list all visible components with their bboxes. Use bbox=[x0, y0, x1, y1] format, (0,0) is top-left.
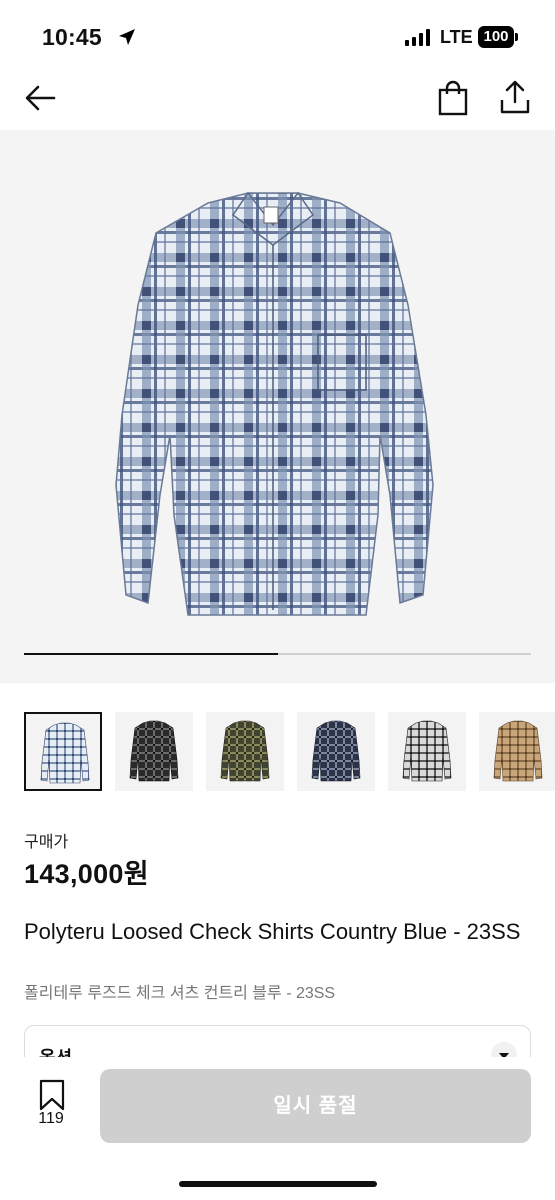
battery-level: 100 bbox=[478, 26, 514, 48]
price-label: 구매가 bbox=[24, 834, 69, 851]
bookmark-button[interactable]: 119 bbox=[34, 1079, 68, 1127]
battery-icon: 100 bbox=[478, 26, 518, 48]
bookmark-icon bbox=[39, 1079, 65, 1111]
arrow-left-icon[interactable] bbox=[22, 82, 58, 114]
gallery-progress bbox=[24, 653, 531, 655]
thumbnail-image bbox=[129, 720, 179, 782]
product-image-gallery[interactable] bbox=[0, 130, 555, 683]
status-time: 10:45 bbox=[42, 24, 102, 50]
wish-count: 119 bbox=[38, 1110, 64, 1127]
network-type: LTE bbox=[440, 27, 473, 47]
bottom-action-bar: 119 일시 품절 bbox=[0, 1057, 555, 1200]
thumbnail-strip bbox=[24, 712, 555, 792]
cellular-signal-icon bbox=[405, 29, 430, 46]
top-nav bbox=[0, 70, 555, 130]
thumbnail-3[interactable] bbox=[206, 712, 284, 791]
thumbnail-image bbox=[402, 720, 452, 782]
thumbnail-image bbox=[493, 720, 543, 782]
thumbnail-2[interactable] bbox=[115, 712, 193, 791]
product-title-en: Polyteru Loosed Check Shirts Country Blu… bbox=[24, 919, 521, 944]
location-arrow-icon bbox=[119, 29, 135, 45]
thumbnail-1[interactable] bbox=[24, 712, 102, 791]
shopping-bag-icon[interactable] bbox=[436, 80, 470, 116]
thumbnail-image bbox=[40, 722, 90, 784]
product-image bbox=[115, 191, 434, 616]
sold-out-button[interactable]: 일시 품절 bbox=[100, 1069, 531, 1143]
thumbnail-4[interactable] bbox=[297, 712, 375, 791]
thumbnail-6[interactable] bbox=[479, 712, 555, 791]
thumbnail-image bbox=[220, 720, 270, 782]
product-price: 143,000원 bbox=[24, 859, 149, 889]
home-indicator bbox=[179, 1181, 377, 1187]
status-bar: 10:45 LTE 100 bbox=[0, 0, 555, 70]
thumbnail-image bbox=[311, 720, 361, 782]
share-icon[interactable] bbox=[497, 78, 533, 116]
thumbnail-5[interactable] bbox=[388, 712, 466, 791]
product-title-ko: 폴리테루 루즈드 체크 셔츠 컨트리 블루 - 23SS bbox=[24, 985, 336, 1002]
